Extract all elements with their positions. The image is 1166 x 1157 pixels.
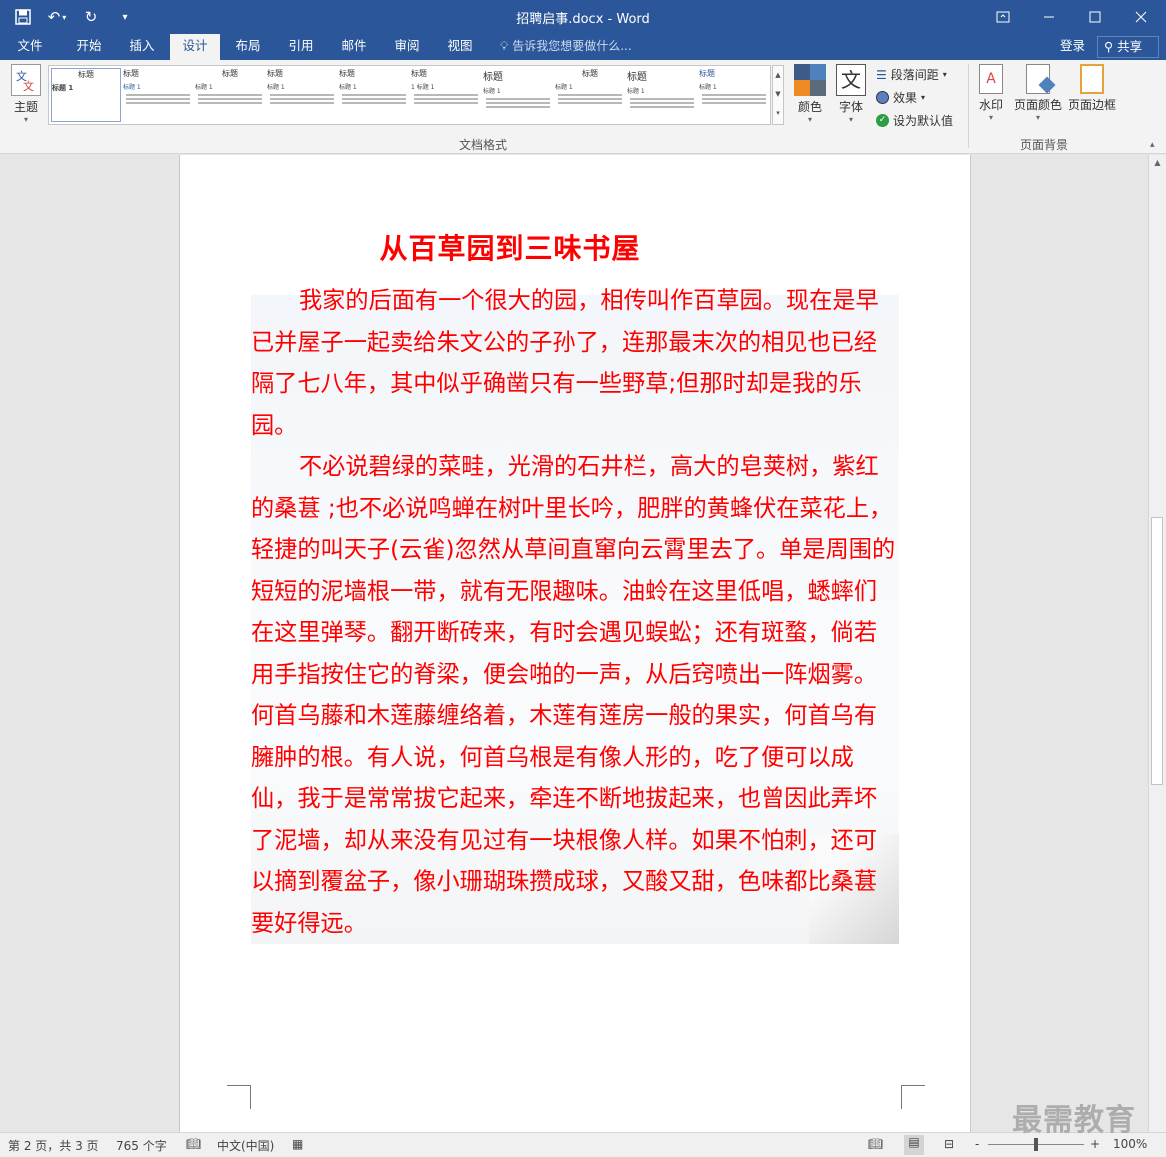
document-area: 从百草园到三味书屋 我家的后面有一个很大的园，相传叫作百草园。现在是早已并屋子一… bbox=[0, 155, 1148, 1132]
read-mode-icon[interactable]: 📖︎ bbox=[868, 1137, 883, 1151]
zoom-out-button[interactable]: - bbox=[975, 1137, 979, 1151]
chevron-down-icon: ▾ bbox=[807, 115, 812, 124]
chevron-down-icon: ▾ bbox=[1035, 113, 1040, 122]
web-layout-icon[interactable]: ⊟ bbox=[944, 1137, 954, 1151]
scroll-up-icon[interactable]: ▲ bbox=[1149, 155, 1166, 171]
chevron-down-icon: ▾ bbox=[988, 113, 993, 122]
gallery-style-8[interactable]: 标题 标题 1 bbox=[555, 68, 625, 122]
ribbon-divider bbox=[968, 64, 969, 148]
lightbulb-icon: 💡︎ bbox=[500, 39, 509, 53]
tab-layout[interactable]: 布局 bbox=[225, 34, 271, 60]
gallery-up-icon[interactable]: ▲ bbox=[773, 66, 783, 85]
maximize-icon[interactable] bbox=[1072, 0, 1118, 34]
brand-watermark-logo: 最需教育 bbox=[1012, 1103, 1136, 1138]
chevron-down-icon: ▾ bbox=[23, 115, 28, 124]
gallery-style-6[interactable]: 标题 1 标题 1 bbox=[411, 68, 481, 122]
watermark-button[interactable]: A 水印 ▾ bbox=[972, 64, 1010, 122]
page-count[interactable]: 第 2 页，共 3 页 bbox=[8, 1137, 99, 1154]
doc-format-group-label: 文档格式 bbox=[459, 138, 508, 152]
fonts-button[interactable]: 文 字体 ▾ bbox=[834, 64, 868, 124]
zoom-slider-thumb[interactable] bbox=[1034, 1138, 1038, 1151]
colors-label: 颜色 bbox=[797, 100, 822, 114]
gallery-style-7[interactable]: 标题 标题 1 bbox=[483, 68, 553, 122]
tell-me-box[interactable]: 💡︎ 告诉我您想要做什么... bbox=[500, 34, 632, 60]
gallery-style-2[interactable]: 标题 标题 1 bbox=[123, 68, 193, 122]
themes-button[interactable]: 文 文 主题 ▾ bbox=[6, 64, 46, 124]
tab-view[interactable]: 视图 bbox=[437, 34, 483, 60]
paragraph-spacing-button[interactable]: ☰ 段落间距 ▾ bbox=[876, 66, 947, 83]
zoom-in-button[interactable]: + bbox=[1090, 1137, 1100, 1151]
status-bar: 第 2 页，共 3 页 765 个字 📖︎ 中文(中国) ▦ 📖︎ ▤ ⊟ - … bbox=[0, 1132, 1166, 1157]
share-label: 共享 bbox=[1117, 39, 1143, 54]
print-layout-icon[interactable]: ▤ bbox=[904, 1135, 924, 1155]
gallery-style-3[interactable]: 标题 标题 1 bbox=[195, 68, 265, 122]
gallery-down-icon[interactable]: ▼ bbox=[773, 85, 783, 104]
zoom-level[interactable]: 100% bbox=[1113, 1137, 1147, 1151]
tab-file[interactable]: 文件 bbox=[8, 34, 52, 60]
tell-me-text: 告诉我您想要做什么... bbox=[512, 39, 632, 53]
watermark-icon: A bbox=[979, 64, 1003, 94]
gallery-style-5[interactable]: 标题 标题 1 bbox=[339, 68, 409, 122]
title-bar: ↶ ▾ ↻ ▾ 招聘启事.docx - Word bbox=[0, 0, 1166, 34]
page-borders-icon bbox=[1080, 64, 1104, 94]
margin-corner-mark bbox=[901, 1085, 925, 1109]
close-icon[interactable] bbox=[1118, 0, 1164, 34]
ribbon-display-options-icon[interactable] bbox=[980, 0, 1026, 34]
set-as-default-button[interactable]: ✓ 设为默认值 bbox=[876, 112, 953, 129]
minimize-icon[interactable] bbox=[1026, 0, 1072, 34]
tab-references[interactable]: 引用 bbox=[278, 34, 324, 60]
vertical-scrollbar[interactable]: ▲ bbox=[1148, 155, 1166, 1132]
page-borders-label: 页面边框 bbox=[1067, 98, 1116, 112]
gallery-style-1[interactable]: 标题 标题 1 bbox=[51, 68, 121, 122]
checkmark-icon: ✓ bbox=[876, 114, 889, 127]
ribbon-design: 文 文 主题 ▾ 标题 标题 1 标题 标题 1 标题 标题 1 标题 标题 1… bbox=[0, 60, 1166, 154]
document-heading: 从百草园到三味书屋 bbox=[379, 232, 641, 265]
gallery-scroll: ▲ ▼ ▾ bbox=[772, 65, 784, 125]
login-link[interactable]: 登录 bbox=[1060, 34, 1085, 58]
tab-design[interactable]: 设计 bbox=[170, 34, 220, 60]
document-formatting-gallery: 标题 标题 1 标题 标题 1 标题 标题 1 标题 标题 1 标题 标题 1 … bbox=[48, 65, 771, 125]
language-indicator[interactable]: 中文(中国) bbox=[217, 1137, 274, 1154]
macro-icon[interactable]: ▦ bbox=[292, 1137, 303, 1151]
chevron-down-icon: ▾ bbox=[848, 115, 853, 124]
share-button[interactable]: ⚲ 共享 bbox=[1097, 36, 1159, 58]
gallery-style-9[interactable]: 标题 标题 1 bbox=[627, 68, 697, 122]
paragraph-spacing-icon: ☰ bbox=[876, 67, 887, 82]
effects-button[interactable]: 效果 ▾ bbox=[876, 89, 925, 106]
gallery-style-4[interactable]: 标题 标题 1 bbox=[267, 68, 337, 122]
effects-icon bbox=[876, 91, 889, 104]
ribbon-tabs: 文件 开始 插入 设计 布局 引用 邮件 审阅 视图 💡︎ 告诉我您想要做什么.… bbox=[0, 34, 1166, 60]
gallery-style-10[interactable]: 标题 标题 1 bbox=[699, 68, 769, 122]
colors-button[interactable]: 颜色 ▾ bbox=[790, 64, 830, 124]
margin-corner-mark bbox=[227, 1085, 251, 1109]
tab-home[interactable]: 开始 bbox=[66, 34, 112, 60]
themes-label: 主题 bbox=[13, 100, 38, 114]
paragraph-2: 不必说碧绿的菜畦，光滑的石井栏，高大的皂荚树，紫红的桑葚 ;也不必说鸣蝉在树叶里… bbox=[251, 453, 896, 937]
proofing-icon[interactable]: 📖︎ bbox=[186, 1137, 201, 1151]
fonts-icon: 文 bbox=[836, 64, 866, 96]
tab-mailings[interactable]: 邮件 bbox=[331, 34, 377, 60]
watermark-label: 水印 bbox=[978, 98, 1003, 112]
page-borders-button[interactable]: 页面边框 bbox=[1066, 64, 1118, 113]
collapse-ribbon-icon[interactable]: ▴ bbox=[1150, 140, 1155, 150]
page-color-icon bbox=[1026, 64, 1056, 94]
paragraph-1: 我家的后面有一个很大的园，相传叫作百草园。现在是早已并屋子一起卖给朱文公的子孙了… bbox=[251, 287, 879, 439]
chevron-down-icon: ▾ bbox=[921, 93, 926, 102]
word-count[interactable]: 765 个字 bbox=[116, 1137, 167, 1154]
colors-icon bbox=[794, 64, 826, 96]
chevron-down-icon: ▾ bbox=[942, 70, 947, 79]
fonts-label: 字体 bbox=[838, 100, 863, 114]
page-bg-group-label: 页面背景 bbox=[1020, 138, 1069, 152]
page-color-button[interactable]: 页面颜色 ▾ bbox=[1012, 64, 1064, 122]
gallery-more-icon[interactable]: ▾ bbox=[773, 104, 783, 123]
person-icon: ⚲ bbox=[1104, 39, 1114, 54]
themes-icon: 文 文 bbox=[11, 64, 41, 96]
page-color-label: 页面颜色 bbox=[1013, 98, 1062, 112]
document-page[interactable]: 从百草园到三味书屋 我家的后面有一个很大的园，相传叫作百草园。现在是早已并屋子一… bbox=[179, 155, 971, 1132]
tab-insert[interactable]: 插入 bbox=[119, 34, 165, 60]
scroll-thumb[interactable] bbox=[1151, 517, 1163, 785]
tab-review[interactable]: 审阅 bbox=[384, 34, 430, 60]
